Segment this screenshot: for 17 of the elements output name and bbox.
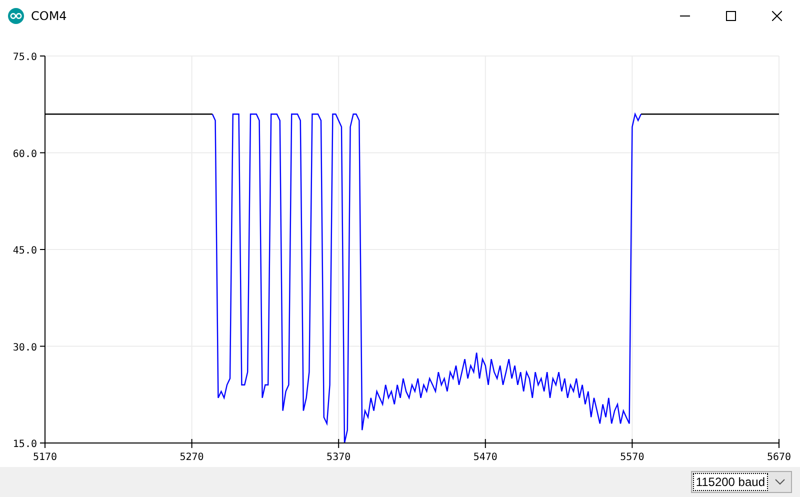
y-tick-label: 75.0 xyxy=(12,52,37,63)
x-tick-label: 5370 xyxy=(326,452,351,463)
app-logo-icon xyxy=(8,8,24,24)
window-title: COM4 xyxy=(31,9,67,23)
baud-rate-dropdown[interactable]: 115200 baud xyxy=(690,471,792,493)
chevron-down-icon xyxy=(775,479,785,485)
close-icon xyxy=(772,11,782,21)
x-tick-label: 5270 xyxy=(180,452,204,463)
x-tick-label: 5170 xyxy=(32,452,58,463)
y-tick-label: 60.0 xyxy=(12,148,37,160)
x-tick-label: 5670 xyxy=(766,452,792,463)
y-tick-label: 45.0 xyxy=(12,246,37,256)
x-tick-label: 5570 xyxy=(620,452,644,463)
y-tick-label: 15.0 xyxy=(12,439,37,450)
y-tick-label: 30.0 xyxy=(12,342,37,354)
x-tick-label: 5470 xyxy=(473,452,498,463)
maximize-icon xyxy=(726,11,736,21)
